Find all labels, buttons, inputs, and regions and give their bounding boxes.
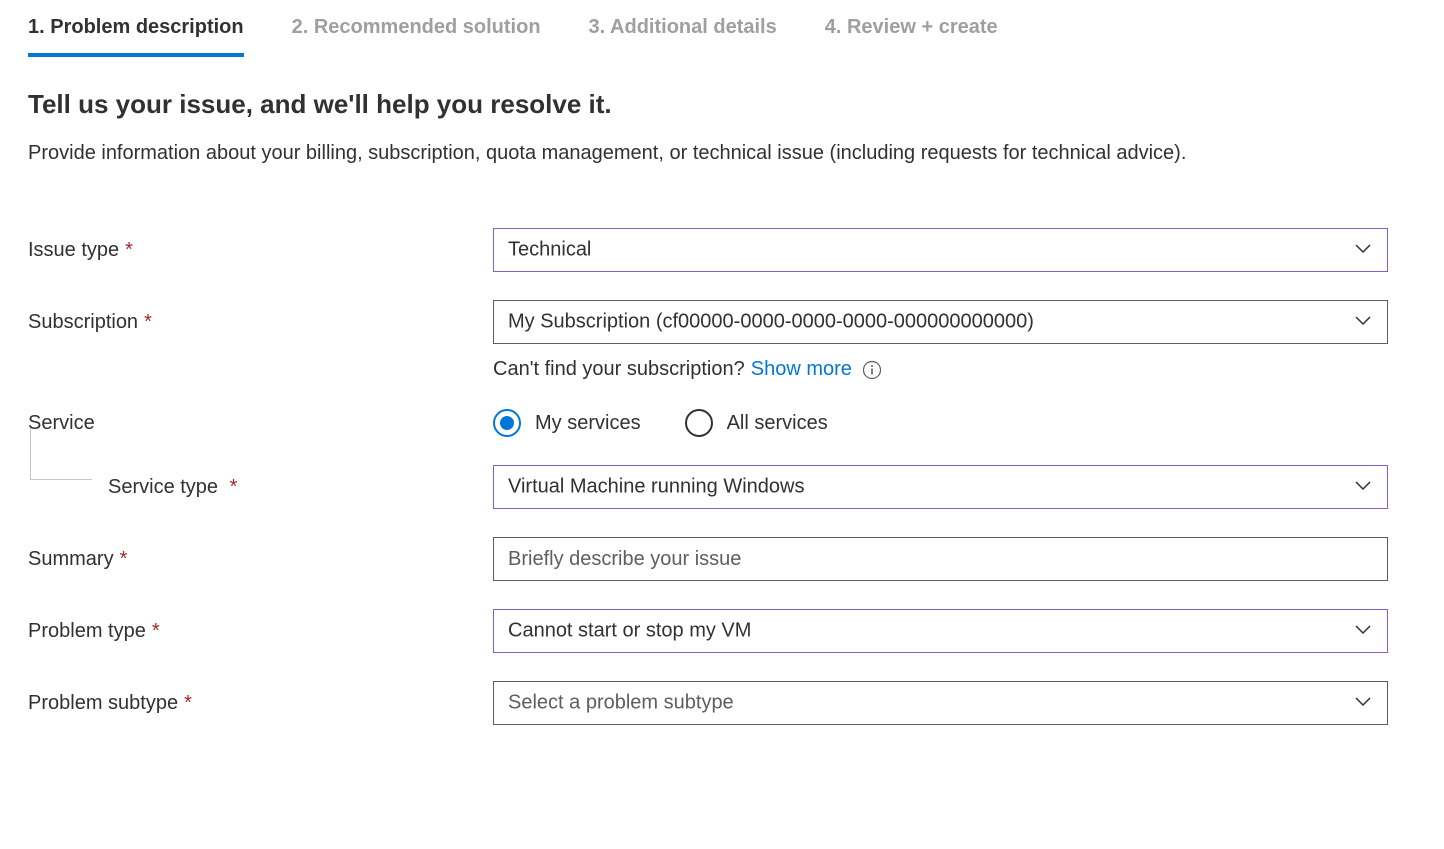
label-problem-type-text: Problem type — [28, 620, 146, 643]
radio-indicator — [493, 409, 521, 437]
chevron-down-icon — [1355, 694, 1371, 712]
tree-connector-icon — [30, 428, 92, 480]
row-issue-type: Issue type * Technical — [28, 228, 1416, 272]
page-heading: Tell us your issue, and we'll help you r… — [28, 89, 1416, 120]
label-service-type-text: Service type — [108, 476, 218, 498]
radio-all-services[interactable]: All services — [685, 409, 828, 437]
required-asterisk: * — [230, 476, 238, 498]
required-asterisk: * — [184, 692, 192, 715]
subscription-helper: Can't find your subscription? Show more — [493, 358, 1388, 381]
info-icon[interactable] — [862, 360, 882, 380]
row-service: Service My services All services — [28, 409, 1416, 437]
chevron-down-icon — [1355, 478, 1371, 496]
required-asterisk: * — [152, 620, 160, 643]
show-more-link[interactable]: Show more — [751, 358, 852, 381]
label-service: Service — [28, 412, 493, 435]
select-service-type[interactable]: Virtual Machine running Windows — [493, 465, 1388, 509]
row-problem-type: Problem type * Cannot start or stop my V… — [28, 609, 1416, 653]
tab-recommended-solution[interactable]: 2. Recommended solution — [292, 8, 541, 55]
row-service-type: Service type * Virtual Machine running W… — [28, 465, 1416, 509]
select-problem-type[interactable]: Cannot start or stop my VM — [493, 609, 1388, 653]
select-subscription[interactable]: My Subscription (cf00000-0000-0000-0000-… — [493, 300, 1388, 344]
radio-all-services-label: All services — [727, 412, 828, 435]
wizard-tabs: 1. Problem description 2. Recommended so… — [0, 0, 1444, 55]
required-asterisk: * — [144, 311, 152, 334]
tab-additional-details[interactable]: 3. Additional details — [589, 8, 777, 55]
tab-review-create[interactable]: 4. Review + create — [825, 8, 998, 55]
label-problem-subtype-text: Problem subtype — [28, 692, 178, 715]
select-problem-subtype[interactable]: Select a problem subtype — [493, 681, 1388, 725]
radio-group-service: My services All services — [493, 409, 1388, 437]
row-subscription: Subscription * My Subscription (cf00000-… — [28, 300, 1416, 344]
chevron-down-icon — [1355, 313, 1371, 331]
row-subscription-helper: Can't find your subscription? Show more — [28, 358, 1416, 381]
tab-problem-description[interactable]: 1. Problem description — [28, 8, 244, 57]
label-issue-type-text: Issue type — [28, 239, 119, 262]
row-summary: Summary * — [28, 537, 1416, 581]
page-subheading: Provide information about your billing, … — [28, 138, 1408, 168]
form-content: Tell us your issue, and we'll help you r… — [0, 55, 1444, 749]
chevron-down-icon — [1355, 622, 1371, 640]
label-summary-text: Summary — [28, 548, 114, 571]
select-issue-type-value: Technical — [508, 239, 591, 262]
label-service-type: Service type * — [28, 476, 493, 499]
label-issue-type: Issue type * — [28, 239, 493, 262]
chevron-down-icon — [1355, 241, 1371, 259]
label-subscription: Subscription * — [28, 311, 493, 334]
input-summary[interactable] — [493, 537, 1388, 581]
select-service-type-value: Virtual Machine running Windows — [508, 476, 804, 499]
radio-my-services-label: My services — [535, 412, 641, 435]
required-asterisk: * — [120, 548, 128, 571]
label-problem-type: Problem type * — [28, 620, 493, 643]
required-asterisk: * — [125, 239, 133, 262]
select-problem-type-value: Cannot start or stop my VM — [508, 620, 751, 643]
radio-indicator — [685, 409, 713, 437]
subscription-helper-prefix: Can't find your subscription? — [493, 358, 745, 381]
label-problem-subtype: Problem subtype * — [28, 692, 493, 715]
label-summary: Summary * — [28, 548, 493, 571]
select-problem-subtype-placeholder: Select a problem subtype — [508, 692, 734, 715]
select-issue-type[interactable]: Technical — [493, 228, 1388, 272]
label-subscription-text: Subscription — [28, 311, 138, 334]
select-subscription-value: My Subscription (cf00000-0000-0000-0000-… — [508, 311, 1034, 334]
radio-my-services[interactable]: My services — [493, 409, 641, 437]
row-problem-subtype: Problem subtype * Select a problem subty… — [28, 681, 1416, 725]
